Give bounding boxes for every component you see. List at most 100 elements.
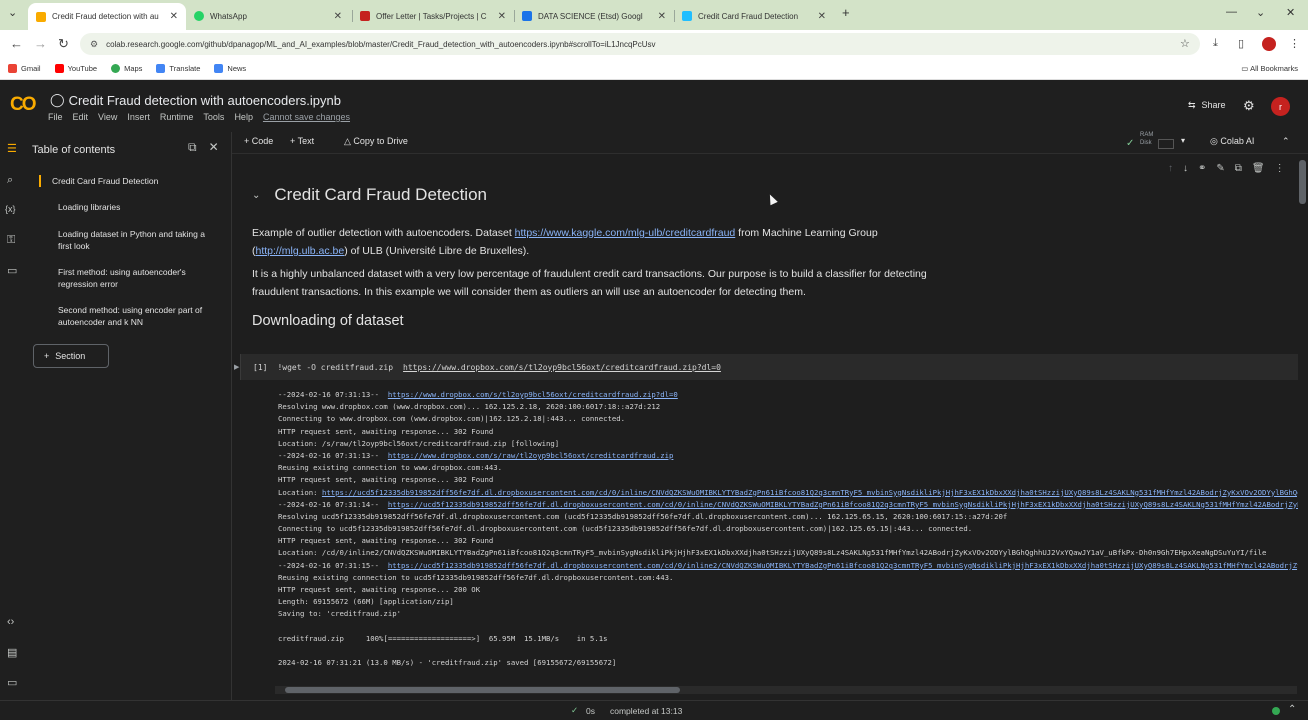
colab-logo[interactable]: CO — [10, 94, 36, 116]
add-section-button[interactable]: + Section — [33, 344, 109, 368]
menu-insert[interactable]: Insert — [127, 112, 150, 122]
menu-runtime[interactable]: Runtime — [160, 112, 194, 122]
cannot-save-link[interactable]: Cannot save changes — [263, 112, 350, 122]
toc-item-first-method[interactable]: First method: using autoencoder's regres… — [58, 266, 208, 290]
forward-icon[interactable]: → — [34, 36, 47, 51]
site-info-icon[interactable]: ⚙ — [90, 39, 98, 50]
cell-execution-count: [1] — [253, 362, 268, 372]
close-tab-icon[interactable]: ✕ — [658, 11, 666, 22]
link-icon[interactable]: ⚭ — [1198, 163, 1206, 174]
connection-status-dot[interactable] — [1272, 707, 1280, 715]
collapse-section-icon[interactable]: ⌄ — [252, 190, 260, 201]
toc-icon[interactable]: ☰ — [7, 142, 17, 155]
secrets-key-icon[interactable]: ⚿ — [7, 234, 15, 247]
bookmark-gmail[interactable]: Gmail — [8, 64, 41, 73]
bookmark-news[interactable]: News — [214, 64, 246, 73]
close-tab-icon[interactable]: ✕ — [334, 11, 342, 22]
completed-status[interactable]: completed at 13:13 — [610, 706, 682, 716]
colab-ai-button[interactable]: ◎ Colab AI — [1210, 136, 1254, 147]
run-cell-icon[interactable]: ▶ — [234, 363, 239, 371]
search-icon[interactable]: ⌕ — [7, 174, 13, 187]
execution-check-icon: ✓ — [571, 705, 579, 715]
delete-icon[interactable]: 🗑 — [1252, 163, 1265, 174]
toc-item-loading-libraries[interactable]: Loading libraries — [58, 201, 208, 213]
output-line: --2024-02-16 07:31:13-- https://www.drop… — [278, 390, 678, 399]
horizontal-scrollbar[interactable] — [275, 686, 1297, 694]
gmail-favicon-icon — [360, 11, 370, 21]
close-tab-icon[interactable]: ✕ — [170, 11, 178, 22]
files-folder-icon[interactable]: ▭ — [7, 264, 17, 277]
more-options-icon[interactable]: ⋮ — [1275, 163, 1285, 174]
reload-icon[interactable]: ↻ — [58, 36, 69, 52]
side-panel-icon[interactable]: ▯ — [1238, 37, 1244, 50]
variables-icon[interactable]: {x} — [5, 204, 16, 214]
heading-text: Credit Card Fraud Detection — [274, 185, 487, 204]
browser-tab-0[interactable]: Credit Fraud detection with au ✕ — [28, 3, 186, 30]
cell-output: --2024-02-16 07:31:13-- https://www.drop… — [278, 389, 1298, 669]
close-tab-icon[interactable]: ✕ — [818, 11, 826, 22]
bookmark-star-icon[interactable]: ☆ — [1180, 37, 1190, 50]
code-snippets-icon[interactable]: ‹› — [7, 616, 14, 628]
close-window-icon[interactable]: ✕ — [1286, 6, 1295, 19]
output-line: creditfraud.zip 100%[===================… — [278, 633, 608, 643]
url-text[interactable]: colab.research.google.com/github/dpanago… — [106, 40, 655, 49]
kaggle-link[interactable]: https://www.kaggle.com/mlg-ulb/creditcar… — [515, 227, 736, 239]
vertical-scrollbar[interactable] — [1299, 160, 1306, 204]
settings-gear-icon[interactable]: ⚙ — [1243, 98, 1255, 114]
open-in-tab-icon[interactable]: ⧉ — [188, 140, 197, 155]
expand-status-icon[interactable]: ⌃ — [1288, 704, 1296, 715]
browser-tab-3[interactable]: DATA SCIENCE (Etsd) Googl ✕ — [514, 4, 674, 28]
connected-check-icon: ✓ — [1126, 138, 1135, 149]
all-bookmarks-label: All Bookmarks — [1250, 64, 1298, 73]
bookmark-translate[interactable]: Translate — [156, 64, 200, 73]
share-button[interactable]: ⇆ Share — [1188, 100, 1226, 111]
mlg-link[interactable]: http://mlg.ulb.ac.be — [256, 245, 345, 257]
browser-menu-icon[interactable]: ⋮ — [1289, 37, 1300, 50]
url-omnibox[interactable]: ⚙ colab.research.google.com/github/dpana… — [80, 33, 1200, 55]
menu-edit[interactable]: Edit — [73, 112, 89, 122]
add-code-button[interactable]: + Code — [244, 136, 273, 146]
download-icon[interactable]: ⤓ — [1213, 37, 1218, 50]
add-text-button[interactable]: + Text — [290, 136, 314, 146]
close-panel-icon[interactable]: ✕ — [209, 140, 219, 155]
notebook-title[interactable]: ◯ Credit Fraud detection with autoencode… — [50, 92, 341, 108]
copy-to-drive-button[interactable]: △ Copy to Drive — [344, 136, 408, 147]
horizontal-scrollbar-thumb[interactable] — [285, 687, 680, 693]
menu-tools[interactable]: Tools — [203, 112, 224, 122]
minimize-icon[interactable]: — — [1226, 6, 1237, 18]
user-avatar[interactable]: r — [1271, 97, 1290, 116]
runtime-dropdown-icon[interactable]: ▾ — [1181, 136, 1185, 145]
restore-icon[interactable]: ⌄ — [1256, 6, 1265, 19]
close-tab-icon[interactable]: ✕ — [498, 11, 506, 22]
browser-tab-4[interactable]: Credit Card Fraud Detection ✕ — [674, 4, 834, 28]
command-palette-icon[interactable]: ▤ — [7, 646, 17, 659]
ram-disk-indicator[interactable]: RAM Disk — [1140, 131, 1153, 147]
back-icon[interactable]: ← — [10, 36, 23, 51]
terminal-icon[interactable]: ▭ — [7, 676, 17, 689]
menu-help[interactable]: Help — [234, 112, 253, 122]
tab-search-icon[interactable]: ⌄ — [8, 6, 17, 19]
menu-view[interactable]: View — [98, 112, 117, 122]
bookmark-maps[interactable]: Maps — [111, 64, 142, 73]
new-tab-icon[interactable]: + — [842, 5, 850, 20]
bookmark-youtube[interactable]: YouTube — [54, 64, 97, 73]
collapse-header-icon[interactable]: ⌃ — [1282, 136, 1290, 147]
menu-file[interactable]: File — [48, 112, 63, 122]
cell-command[interactable]: !wget -O creditfraud.zip — [277, 363, 393, 372]
move-down-icon[interactable]: ↓ — [1183, 163, 1188, 174]
bookmarks-bar: Gmail YouTube Maps Translate News ▭ All … — [0, 58, 1308, 80]
mirror-cell-icon[interactable]: ⧉ — [1235, 163, 1242, 174]
toc-item-loading-dataset[interactable]: Loading dataset in Python and taking a f… — [58, 228, 208, 252]
code-cell-1[interactable]: [1] !wget -O creditfraud.zip https://www… — [240, 354, 1298, 380]
browser-tab-2[interactable]: Offer Letter | Tasks/Projects | C ✕ — [352, 4, 514, 28]
move-up-icon[interactable]: ↑ — [1168, 163, 1173, 174]
edit-pencil-icon[interactable]: ✎ — [1216, 163, 1224, 174]
all-bookmarks-button[interactable]: ▭ All Bookmarks — [1241, 64, 1298, 73]
browser-tab-1[interactable]: WhatsApp ✕ — [186, 4, 350, 28]
notebook-title-text[interactable]: Credit Fraud detection with autoencoders… — [69, 93, 341, 108]
bookmark-label: Gmail — [21, 64, 41, 73]
toc-item-second-method[interactable]: Second method: using encoder part of aut… — [58, 304, 218, 328]
cell-url[interactable]: https://www.dropbox.com/s/tl2oyp9bcl56ox… — [403, 363, 721, 372]
browser-profile-avatar[interactable] — [1262, 37, 1276, 51]
toc-item-credit-card-fraud[interactable]: Credit Card Fraud Detection — [39, 175, 219, 187]
